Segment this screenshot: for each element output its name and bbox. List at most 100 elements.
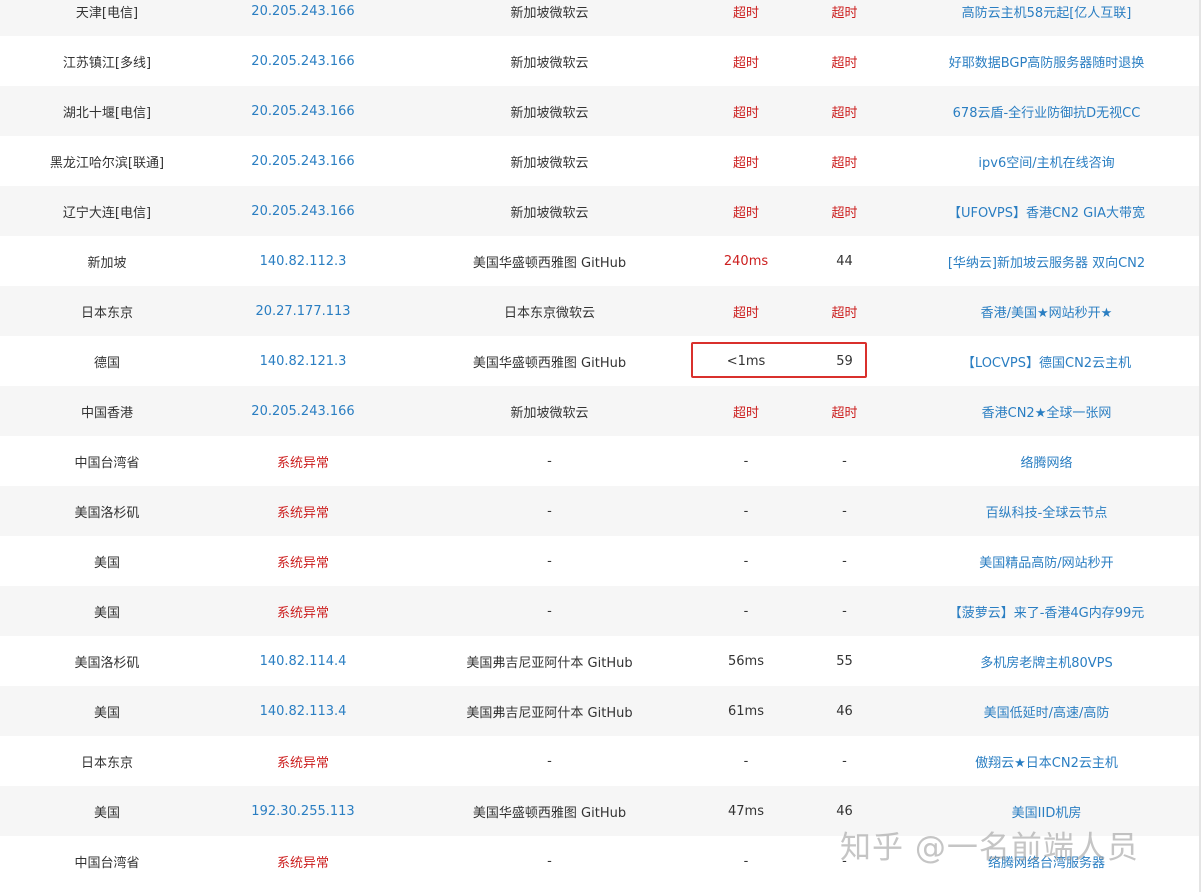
ip-link[interactable]: 20.205.243.166 [214,4,392,19]
location-cell: 美国 [93,605,120,621]
ad-link[interactable]: 美国精品高防/网站秒开 [904,552,1189,571]
ad-link[interactable]: 络腾网络台湾服务器 [904,852,1189,871]
table-row: 美国 系统异常 - - - 【菠萝云】来了-香港4G内存99元 [0,586,1201,636]
table-row: 中国台湾省 系统异常 - - - 络腾网络台湾服务器 [0,836,1201,886]
ttl-cell: - [842,553,847,569]
ip-error-text: 系统异常 [276,505,329,521]
ping-results-page: 天津[电信] 20.205.243.166 新加坡微软云 超时 超时 高防云主机58元起[… [0,0,1201,892]
ip-link[interactable]: 20.205.243.166 [214,54,392,69]
ttl-cell: - [842,603,847,619]
ttl-cell: 55 [836,653,853,669]
ad-link[interactable]: 678云盾-全行业防御抗D无视CC [904,102,1189,121]
ttl-cell: 超时 [831,155,858,171]
ad-link[interactable]: 好耶数据BGP高防服务器随时退换 [904,52,1189,71]
response-time-cell: 超时 [732,105,759,121]
response-time-cell: 240ms [723,253,769,269]
ad-link[interactable]: 【LOCVPS】德国CN2云主机 [904,352,1189,371]
isp-cell: 新加坡微软云 [510,205,589,221]
isp-cell: 新加坡微软云 [510,5,589,21]
table-row: 美国 192.30.255.113 美国华盛顿西雅图 GitHub 47ms 46 美国I… [0,786,1201,836]
table-row: 美国 140.82.113.4 美国弗吉尼亚阿什本 GitHub 61ms 46 美国低延… [0,686,1201,736]
ad-link[interactable]: 【UFOVPS】香港CN2 GIA大带宽 [904,202,1189,221]
response-time-cell: 超时 [732,5,759,21]
location-cell: 中国台湾省 [74,455,140,471]
location-cell: 中国台湾省 [74,855,140,871]
response-time-cell: 超时 [732,155,759,171]
location-cell: 美国 [93,805,120,821]
ad-link[interactable]: 香港CN2★全球一张网 [904,402,1189,421]
ttl-cell: 46 [836,703,853,719]
isp-cell: 美国弗吉尼亚阿什本 GitHub [466,655,633,671]
ad-link[interactable]: 高防云主机58元起[亿人互联] [904,2,1189,21]
table-row: 辽宁大连[电信] 20.205.243.166 新加坡微软云 超时 超时 【UFOVPS】… [0,186,1201,236]
response-time-cell: 56ms [728,653,764,669]
ip-link[interactable]: 20.205.243.166 [214,154,392,169]
ttl-cell: 44 [836,253,853,269]
table-row: 新加坡 140.82.112.3 美国华盛顿西雅图 GitHub 240ms 44 [华纳… [0,236,1201,286]
ip-link[interactable]: 20.205.243.166 [214,404,392,419]
ip-error-text: 系统异常 [276,605,329,621]
response-time-cell: <1ms [726,353,766,369]
ad-link[interactable]: ipv6空间/主机在线咨询 [904,152,1189,171]
ip-link[interactable]: 140.82.112.3 [214,254,392,269]
ad-link[interactable]: 香港/美国★网站秒开★ [904,302,1189,321]
ad-link[interactable]: 络腾网络 [904,452,1189,471]
isp-cell: - [547,853,552,869]
location-cell: 日本东京 [80,755,133,771]
ad-link[interactable]: 百纵科技-全球云节点 [904,502,1189,521]
response-time-cell: - [743,603,749,619]
ttl-cell: - [842,453,847,469]
location-cell: 黑龙江哈尔滨[联通] [49,155,165,171]
isp-cell: 新加坡微软云 [510,405,589,421]
ip-link[interactable]: 192.30.255.113 [214,804,392,819]
ad-link[interactable]: 美国低延时/高速/高防 [904,702,1189,721]
table-row: 美国 系统异常 - - - 美国精品高防/网站秒开 [0,536,1201,586]
table-row: 美国洛杉矶 140.82.114.4 美国弗吉尼亚阿什本 GitHub 56ms 55 多… [0,636,1201,686]
ip-error-text: 系统异常 [276,755,329,771]
table-row: 湖北十堰[电信] 20.205.243.166 新加坡微软云 超时 超时 678云盾-全行… [0,86,1201,136]
ttl-cell: - [842,503,847,519]
isp-cell: - [547,603,552,619]
location-cell: 德国 [93,355,120,371]
isp-cell: 美国华盛顿西雅图 GitHub [472,355,627,371]
response-time-cell: 超时 [732,405,759,421]
ip-link[interactable]: 20.205.243.166 [214,204,392,219]
response-time-cell: 47ms [728,803,764,819]
isp-cell: 新加坡微软云 [510,55,589,71]
ttl-cell: 59 [836,353,853,369]
ttl-cell: - [842,853,847,869]
response-time-cell: - [743,553,749,569]
ad-link[interactable]: [华纳云]新加坡云服务器 双向CN2 [904,252,1189,271]
ip-link[interactable]: 20.205.243.166 [214,104,392,119]
isp-cell: - [547,503,552,519]
isp-cell: 新加坡微软云 [510,155,589,171]
ad-link[interactable]: 美国IID机房 [904,802,1189,821]
table-row: 天津[电信] 20.205.243.166 新加坡微软云 超时 超时 高防云主机58元起[… [0,0,1201,36]
location-cell: 美国洛杉矶 [74,505,140,521]
ip-error-text: 系统异常 [276,455,329,471]
ip-link[interactable]: 20.27.177.113 [214,304,392,319]
location-cell: 天津[电信] [75,5,139,21]
table-row: 日本东京 20.27.177.113 日本东京微软云 超时 超时 香港/美国★网站秒开★ [0,286,1201,336]
ad-link[interactable]: 【菠萝云】来了-香港4G内存99元 [904,602,1189,621]
ttl-cell: 超时 [831,305,858,321]
ttl-cell: 超时 [831,5,858,21]
table-row: 中国香港 20.205.243.166 新加坡微软云 超时 超时 香港CN2★全球一张网 [0,386,1201,436]
table-row: 日本东京 系统异常 - - - 傲翔云★日本CN2云主机 [0,736,1201,786]
ad-link[interactable]: 傲翔云★日本CN2云主机 [904,752,1189,771]
isp-cell: 日本东京微软云 [503,305,595,321]
response-time-cell: - [743,853,749,869]
table-row: 中国台湾省 系统异常 - - - 络腾网络 [0,436,1201,486]
response-time-cell: 超时 [732,55,759,71]
location-cell: 日本东京 [80,305,133,321]
ip-link[interactable]: 140.82.121.3 [214,354,392,369]
ip-link[interactable]: 140.82.114.4 [214,654,392,669]
table-row: 美国洛杉矶 系统异常 - - - 百纵科技-全球云节点 [0,486,1201,536]
ip-link[interactable]: 140.82.113.4 [214,704,392,719]
isp-cell: - [547,453,552,469]
response-time-cell: 超时 [732,305,759,321]
ad-link[interactable]: 多机房老牌主机80VPS [904,652,1189,671]
ip-error-text: 系统异常 [276,555,329,571]
isp-cell: 美国华盛顿西雅图 GitHub [472,255,627,271]
ttl-cell: 46 [836,803,853,819]
